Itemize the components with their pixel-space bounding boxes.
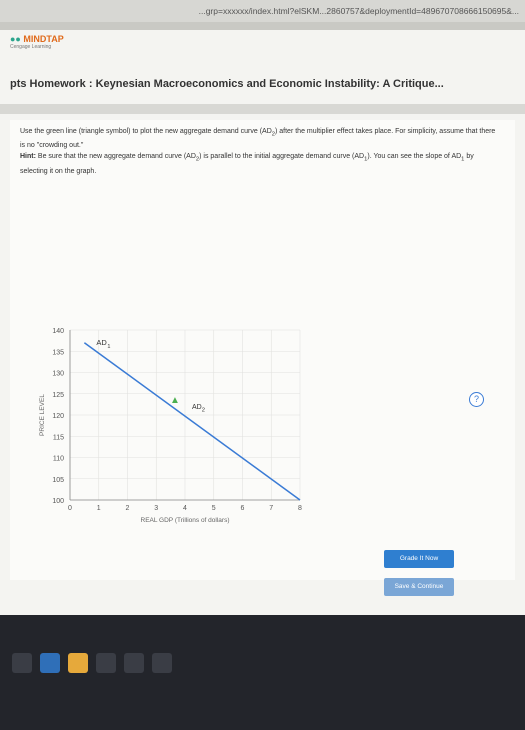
mail-icon[interactable] — [124, 653, 144, 673]
y-tick-label: 105 — [52, 477, 64, 484]
action-buttons: Grade It Now Save & Continue — [384, 550, 504, 606]
x-tick-label: 3 — [154, 505, 158, 512]
brand-logo[interactable]: ●● MINDTAP Cengage Learning — [10, 34, 64, 50]
x-tick-label: 4 — [183, 505, 187, 512]
hint-text: Be sure that the new aggregate demand cu… — [37, 153, 196, 161]
y-tick-label: 120 — [52, 413, 64, 420]
section-divider — [0, 104, 525, 114]
edge-icon[interactable] — [40, 653, 60, 673]
brand-name: MINDTAP — [23, 34, 64, 44]
header: ●● MINDTAP Cengage Learning — [0, 30, 525, 60]
x-tick-label: 0 — [68, 505, 72, 512]
x-tick-label: 2 — [126, 505, 130, 512]
ad1-label-sub: 1 — [107, 344, 110, 350]
y-tick-label: 125 — [52, 392, 64, 399]
folder-icon[interactable] — [68, 653, 88, 673]
page: ●● MINDTAP Cengage Learning pts Homework… — [0, 30, 525, 730]
tool-palette[interactable]: ▲ AD2 — [170, 390, 250, 430]
ad1-label: AD — [96, 338, 107, 347]
y-tick-label: 135 — [52, 349, 64, 356]
help-button[interactable]: ? — [469, 392, 484, 407]
taskbar — [0, 615, 525, 730]
instructions: Use the green line (triangle symbol) to … — [20, 126, 500, 177]
address-bar[interactable]: ...grp=xxxxxx/index.html?elSKM...2860757… — [0, 0, 525, 22]
x-tick-label: 8 — [298, 505, 302, 512]
page-title: pts Homework : Keynesian Macroeconomics … — [10, 78, 444, 90]
hp-icon[interactable] — [152, 653, 172, 673]
triangle-icon[interactable]: ▲ — [170, 395, 180, 406]
brand-tagline: Cengage Learning — [10, 44, 52, 50]
palette-label: AD2 — [192, 404, 205, 414]
x-tick-label: 1 — [97, 505, 101, 512]
y-tick-label: 130 — [52, 371, 64, 378]
y-tick-label: 115 — [53, 434, 64, 441]
question-panel: Use the green line (triangle symbol) to … — [10, 120, 515, 580]
save-continue-button[interactable]: Save & Continue — [384, 578, 454, 596]
hint-text-rest: ) is parallel to the initial aggregate d… — [199, 153, 365, 161]
x-axis-label: REAL GDP (Trillions of dollars) — [141, 517, 230, 524]
x-tick-label: 7 — [269, 505, 273, 512]
y-tick-label: 140 — [52, 328, 64, 335]
hint-label: Hint: — [20, 153, 36, 161]
tab-strip — [0, 22, 525, 30]
y-axis-label: PRICE LEVEL — [39, 394, 46, 436]
store-icon[interactable] — [96, 653, 116, 673]
x-tick-label: 5 — [212, 505, 216, 512]
instruction-text: Use the green line (triangle symbol) to … — [20, 128, 272, 135]
brand-dots-icon: ●● — [10, 34, 21, 44]
start-icon[interactable] — [12, 653, 32, 673]
x-tick-label: 6 — [241, 505, 245, 512]
hint-text-end: ). You can see the slope of AD — [367, 153, 462, 161]
y-tick-label: 100 — [52, 498, 64, 505]
y-tick-label: 110 — [53, 456, 64, 463]
grade-button[interactable]: Grade It Now — [384, 550, 454, 568]
